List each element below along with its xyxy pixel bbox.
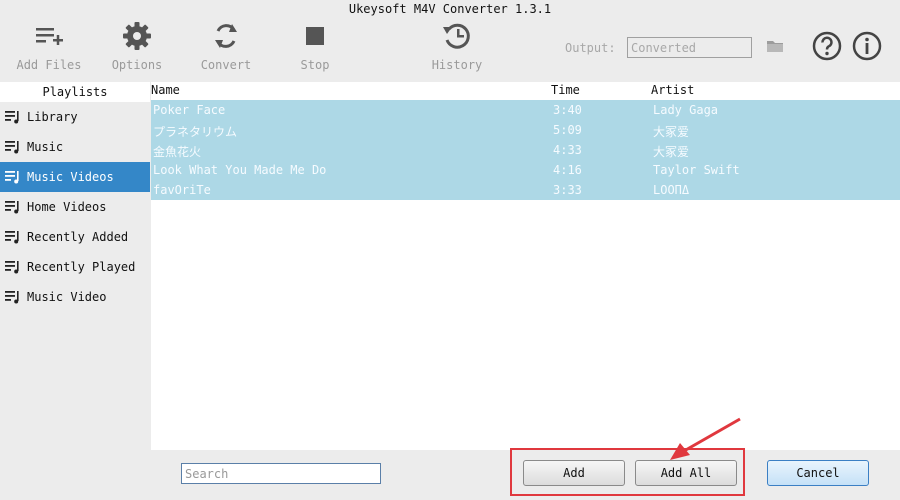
tracks-table: Name Time Artist Poker Face 3:40 Lady Ga… — [151, 82, 900, 450]
sidebar-item-label: Home Videos — [27, 200, 107, 214]
track-name: favOriTe — [153, 183, 211, 197]
add-all-button[interactable]: Add All — [635, 460, 737, 486]
playlists-header: Playlists — [0, 82, 150, 102]
stop-label: Stop — [300, 58, 330, 72]
sidebar-item-recently-added[interactable]: Recently Added — [0, 222, 150, 252]
history-button[interactable]: History — [422, 18, 492, 78]
history-icon — [440, 18, 474, 54]
track-time: 4:16 — [553, 163, 582, 177]
sidebar-item-label: Recently Added — [27, 230, 129, 244]
playlist-icon — [5, 111, 19, 124]
add-list-icon — [32, 18, 66, 54]
gear-icon — [120, 18, 154, 54]
playlist-icon — [5, 231, 19, 244]
options-label: Options — [111, 58, 163, 72]
folder-icon[interactable] — [766, 38, 784, 54]
history-label: History — [431, 58, 483, 72]
search-input[interactable] — [181, 463, 381, 484]
sidebar-item-label: Music Video — [27, 290, 107, 304]
track-name: 金魚花火 — [153, 145, 202, 159]
add-files-button[interactable]: Add Files — [14, 18, 84, 78]
playlist-list: Library Music Music Videos Home Videos R… — [0, 102, 150, 312]
convert-label: Convert — [200, 58, 252, 72]
playlist-icon — [5, 261, 19, 274]
table-row[interactable]: プラネタリウム 5:09 大冢爱 — [151, 120, 900, 140]
track-time: 4:33 — [553, 143, 582, 157]
table-header: Name Time Artist — [151, 82, 900, 100]
add-files-label: Add Files — [16, 58, 82, 72]
cancel-button[interactable]: Cancel — [767, 460, 869, 486]
track-name: Poker Face — [153, 103, 226, 117]
output-label: Output: — [565, 41, 616, 55]
sidebar-item-music-videos[interactable]: Music Videos — [0, 162, 150, 192]
window-title: Ukeysoft M4V Converter 1.3.1 — [348, 2, 552, 16]
convert-button[interactable]: Convert — [191, 18, 261, 78]
track-artist: LOOΠΔ — [653, 183, 690, 197]
sidebar-item-label: Library — [27, 110, 78, 124]
bottom-bar: Add Add All Cancel — [0, 448, 900, 500]
playlist-icon — [5, 141, 19, 154]
track-time: 5:09 — [553, 123, 582, 137]
sidebar-item-library[interactable]: Library — [0, 102, 150, 132]
toolbar: Add Files Options Convert Stop History — [0, 18, 900, 80]
table-row[interactable]: 金魚花火 4:33 大冢爱 — [151, 140, 900, 160]
track-artist: 大冢爱 — [653, 125, 690, 139]
add-button[interactable]: Add — [523, 460, 625, 486]
playlist-icon — [5, 291, 19, 304]
sidebar-item-music[interactable]: Music — [0, 132, 150, 162]
output-field[interactable] — [627, 37, 752, 58]
track-name: プラネタリウム — [153, 125, 238, 139]
help-icon[interactable] — [812, 31, 842, 64]
table-row[interactable]: favOriTe 3:33 LOOΠΔ — [151, 180, 900, 200]
track-artist: Lady Gaga — [653, 103, 719, 117]
track-time: 3:40 — [553, 103, 582, 117]
stop-button[interactable]: Stop — [280, 18, 350, 78]
column-header-name[interactable]: Name — [151, 83, 180, 97]
options-button[interactable]: Options — [102, 18, 172, 78]
sidebar-item-home-videos[interactable]: Home Videos — [0, 192, 150, 222]
sidebar-item-recently-played[interactable]: Recently Played — [0, 252, 150, 282]
sidebar-item-label: Recently Played — [27, 260, 136, 274]
refresh-icon — [209, 18, 243, 54]
table-row[interactable]: Look What You Made Me Do 4:16 Taylor Swi… — [151, 160, 900, 180]
track-artist: Taylor Swift — [653, 163, 740, 177]
info-icon[interactable] — [852, 31, 882, 64]
track-name: Look What You Made Me Do — [153, 163, 327, 177]
sidebar-item-music-video[interactable]: Music Video — [0, 282, 150, 312]
column-header-artist[interactable]: Artist — [651, 83, 694, 97]
sidebar-item-label: Music — [27, 140, 64, 154]
playlist-icon — [5, 171, 19, 184]
playlists-sidebar: Playlists Library Music Music Videos Hom… — [0, 82, 150, 450]
stop-icon — [298, 18, 332, 54]
sidebar-item-label: Music Videos — [27, 170, 114, 184]
column-header-time[interactable]: Time — [551, 83, 580, 97]
playlist-icon — [5, 201, 19, 214]
track-time: 3:33 — [553, 183, 582, 197]
track-artist: 大冢爱 — [653, 145, 690, 159]
table-row[interactable]: Poker Face 3:40 Lady Gaga — [151, 100, 900, 120]
